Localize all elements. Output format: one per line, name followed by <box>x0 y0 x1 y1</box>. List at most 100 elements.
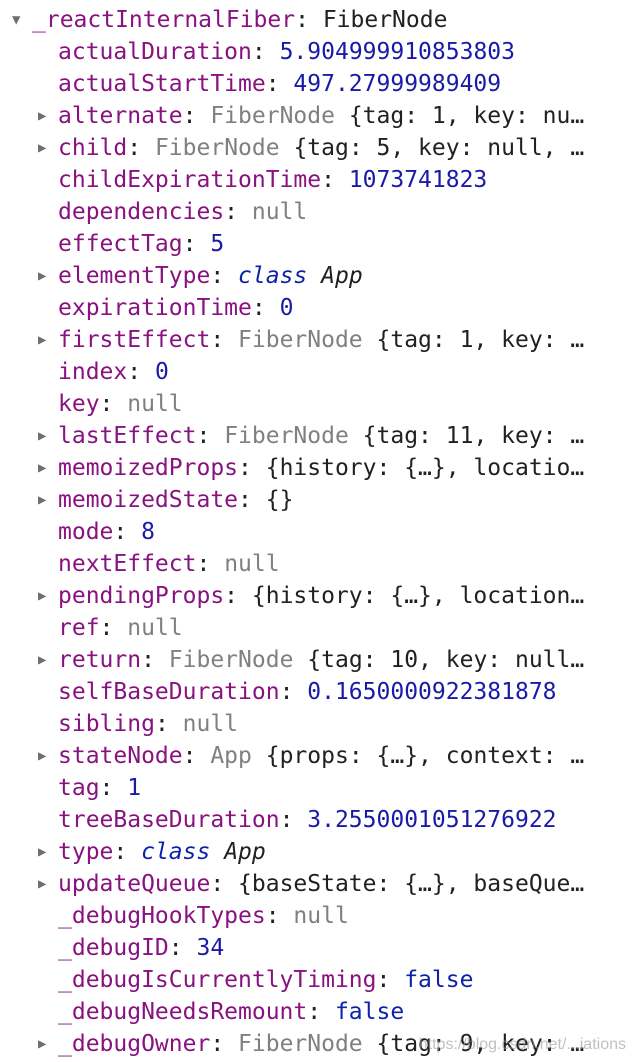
property-key: treeBaseDuration <box>58 807 280 833</box>
property-value: 5.904999910853803 <box>279 39 515 65</box>
property-row: ▶actualStartTime: 497.27999989409 <box>58 71 502 97</box>
object-inspector-tree: ▼_reactInternalFiber: FiberNode ▶actualD… <box>0 4 636 1060</box>
property-key: index <box>58 359 128 385</box>
property-type: FiberNode <box>238 327 363 353</box>
property-row[interactable]: ▶ pendingProps: {history: {…}, location… <box>0 580 636 612</box>
triangle-right-icon[interactable]: ▶ <box>38 644 58 676</box>
triangle-right-icon[interactable]: ▶ <box>38 260 58 292</box>
property-row: ▶actualDuration: 5.904999910853803 <box>58 39 515 65</box>
property-value: {baseState: {…}, baseQue… <box>238 871 585 897</box>
property-key: stateNode <box>58 743 183 769</box>
property-value: 1073741823 <box>348 167 488 193</box>
property-key: _reactInternalFiber <box>32 7 296 33</box>
property-value: null <box>293 903 349 929</box>
property-key: type <box>58 839 114 865</box>
property-value: false <box>334 999 405 1025</box>
property-value: null <box>182 711 239 737</box>
triangle-right-icon[interactable]: ▶ <box>38 452 58 484</box>
property-row: ▶tag: 1 <box>58 775 142 801</box>
property-row[interactable]: ▶ memoizedState: {} <box>0 484 636 516</box>
property-row: ▶_debugIsCurrentlyTiming: false <box>58 967 474 993</box>
property-row: ▶ref: null <box>58 615 183 641</box>
property-value: {history: {…}, location… <box>251 583 585 609</box>
property-type: FiberNode <box>210 103 335 129</box>
property-value: App <box>224 839 266 865</box>
property-row[interactable]: ▶ child: FiberNode {tag: 5, key: null, … <box>0 132 636 164</box>
property-row: ▶treeBaseDuration: 3.2550001051276922 <box>58 807 557 833</box>
triangle-right-icon[interactable]: ▶ <box>38 100 58 132</box>
property-value: 34 <box>196 935 225 961</box>
tree-root-row[interactable]: ▼ _reactInternalFiber: FiberNode <box>0 4 636 36</box>
property-value: 1 <box>127 775 142 801</box>
property-value: 0 <box>154 359 169 385</box>
triangle-right-icon[interactable]: ▶ <box>38 580 58 612</box>
property-value: {tag: 10, key: null… <box>307 647 585 673</box>
property-value: 5 <box>210 231 225 257</box>
property-row[interactable]: ▶ alternate: FiberNode {tag: 1, key: nu… <box>0 100 636 132</box>
class-keyword: class <box>238 263 308 289</box>
property-key: mode <box>58 519 114 545</box>
property-value: 3.2550001051276922 <box>307 807 557 833</box>
property-key: actualDuration <box>58 39 252 65</box>
property-list: ▶actualDuration: 5.904999910853803▶actua… <box>0 36 636 1060</box>
property-row[interactable]: ▶ updateQueue: {baseState: {…}, baseQue… <box>0 868 636 900</box>
property-row[interactable]: ▶ memoizedProps: {history: {…}, locatio… <box>0 452 636 484</box>
property-key: updateQueue <box>58 871 211 897</box>
property-row[interactable]: ▶ stateNode: App {props: {…}, context: … <box>0 740 636 772</box>
property-row: ▶expirationTime: 0 <box>58 295 294 321</box>
property-row: ▶childExpirationTime: 1073741823 <box>58 167 488 193</box>
property-row[interactable]: ▶ lastEffect: FiberNode {tag: 11, key: … <box>0 420 636 452</box>
property-key: alternate <box>58 103 183 129</box>
property-value: null <box>127 391 183 417</box>
property-value: 497.27999989409 <box>293 71 502 97</box>
property-key: key <box>58 391 100 417</box>
property-row: ▶mode: 8 <box>58 519 155 545</box>
property-value: {tag: 1, key: … <box>376 327 585 353</box>
property-row: ▶nextEffect: null <box>58 551 280 577</box>
watermark: https://blog.csdn.net/...iations <box>418 1036 626 1053</box>
triangle-right-icon[interactable]: ▶ <box>38 132 58 164</box>
triangle-right-icon[interactable]: ▶ <box>38 484 58 516</box>
property-key: elementType <box>58 263 211 289</box>
property-type: FiberNode <box>154 135 280 161</box>
property-key: _debugOwner <box>58 1031 211 1057</box>
property-key: return <box>58 647 142 673</box>
property-row[interactable]: ▶ return: FiberNode {tag: 10, key: null… <box>0 644 636 676</box>
property-row[interactable]: ▶ type: class App <box>0 836 636 868</box>
property-type: FiberNode <box>168 647 294 673</box>
property-type: FiberNode <box>224 423 349 449</box>
property-row: ▶_debugID: 34 <box>58 935 225 961</box>
property-type: FiberNode <box>238 1031 363 1057</box>
property-key: effectTag <box>58 231 183 257</box>
property-type: App <box>210 743 252 769</box>
property-key: nextEffect <box>58 551 197 577</box>
property-key: _debugHookTypes <box>58 903 266 929</box>
property-value: {tag: 1, key: nu… <box>348 103 585 129</box>
property-value: null <box>127 615 183 641</box>
triangle-right-icon[interactable]: ▶ <box>38 868 58 900</box>
property-row: ▶effectTag: 5 <box>58 231 225 257</box>
property-row[interactable]: ▶ firstEffect: FiberNode {tag: 1, key: … <box>0 324 636 356</box>
property-value: 0 <box>279 295 294 321</box>
property-value: null <box>224 551 280 577</box>
triangle-down-icon[interactable]: ▼ <box>12 4 32 36</box>
property-key: firstEffect <box>58 327 211 353</box>
triangle-right-icon[interactable]: ▶ <box>38 1028 58 1060</box>
property-row: ▶_debugHookTypes: null <box>58 903 349 929</box>
triangle-right-icon[interactable]: ▶ <box>38 324 58 356</box>
triangle-right-icon[interactable]: ▶ <box>38 420 58 452</box>
triangle-right-icon[interactable]: ▶ <box>38 740 58 772</box>
property-row: ▶selfBaseDuration: 0.1650000922381878 <box>58 679 557 705</box>
property-value: {props: {…}, context: … <box>265 743 585 769</box>
property-key: pendingProps <box>58 583 225 609</box>
property-key: memoizedProps <box>58 455 239 481</box>
property-row[interactable]: ▶ elementType: class App <box>0 260 636 292</box>
property-key: child <box>58 135 128 161</box>
property-key: childExpirationTime <box>58 167 322 193</box>
property-key: selfBaseDuration <box>58 679 280 705</box>
triangle-right-icon[interactable]: ▶ <box>38 836 58 868</box>
property-row: ▶dependencies: null <box>58 199 308 225</box>
property-row: ▶_debugNeedsRemount: false <box>58 999 405 1025</box>
property-key: expirationTime <box>58 295 252 321</box>
property-key: _debugID <box>58 935 169 961</box>
